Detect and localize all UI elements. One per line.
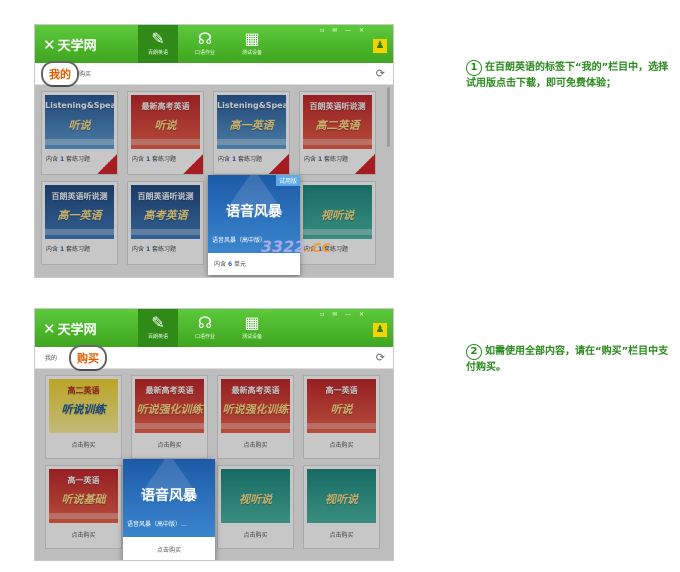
nav-oral-homework[interactable]: ☊ 口语作业 <box>185 25 225 63</box>
instruction-step-2: 2 如需使用全部内容，请在“购买”栏目中支付购买。 <box>466 344 676 376</box>
meta-suffix: 单元 <box>234 261 247 268</box>
trial-badge: 试用版 <box>275 175 300 186</box>
step-number: 1 <box>466 60 482 76</box>
page: ✕ 天学网 ✎ 百朗英语 ☊ 口语作业 ▦ 测试设备 ▫ ✉ — ✕ ♟ 我的 购买 ⟳… <box>0 0 680 572</box>
app-logo: ✕ 天学网 <box>43 319 97 338</box>
step-text: 如需使用全部内容，请在“购买”栏目中支付购买。 <box>466 346 669 373</box>
nav-bailang-english[interactable]: ✎ 百朗英语 <box>138 309 178 347</box>
app-window-mine: ✕ 天学网 ✎ 百朗英语 ☊ 口语作业 ▦ 测试设备 ▫ ✉ — ✕ ♟ 我的 购买 ⟳… <box>34 24 394 278</box>
watermark-main: 3322 <box>261 237 306 256</box>
step-number: 2 <box>466 344 482 360</box>
step-text: 在百朗英语的标签下“我的”栏目中，选择试用版点击下载，即可免费体验； <box>466 62 669 89</box>
logo-text: 天学网 <box>57 39 97 54</box>
app-logo: ✕ 天学网 <box>43 35 97 54</box>
featured-name: 语音风暴（高中版） <box>212 237 267 244</box>
featured-name: 语音风暴（高中版）… <box>127 521 188 528</box>
nav-label: 百朗英语 <box>147 334 168 340</box>
featured-title: 语音风暴 <box>226 204 282 220</box>
tab-bar: 我的 购买 ⟳ <box>35 345 393 371</box>
nav-label: 百朗英语 <box>147 50 168 56</box>
nav-label: 口语作业 <box>194 50 215 56</box>
watermark: 3322.cc <box>261 237 331 256</box>
nav-label: 测试设备 <box>241 50 262 56</box>
refresh-icon[interactable]: ⟳ <box>376 67 385 80</box>
tab-mine[interactable]: 我的 <box>45 353 57 362</box>
meta-count: 6 <box>227 261 233 268</box>
featured-title: 语音风暴 <box>141 488 197 504</box>
nav-label: 口语作业 <box>194 334 215 340</box>
window-controls[interactable]: ▫ ✉ — ✕ <box>320 27 367 34</box>
instruction-step-1: 1 在百朗英语的标签下“我的”栏目中，选择试用版点击下载，即可免费体验； <box>466 60 676 92</box>
nav-oral-homework[interactable]: ☊ 口语作业 <box>185 309 225 347</box>
nav-test-device[interactable]: ▦ 测试设备 <box>232 309 272 347</box>
keyboard-icon: ▦ <box>244 313 260 332</box>
tab-buy[interactable]: 购买 <box>69 345 107 371</box>
meta-prefix: 内含 <box>214 261 227 268</box>
user-avatar-icon[interactable]: ♟ <box>373 39 387 53</box>
nav-bailang-english[interactable]: ✎ 百朗英语 <box>138 25 178 63</box>
keyboard-icon: ▦ <box>244 29 260 48</box>
featured-buy-card[interactable]: 语音风暴 语音风暴（高中版）… 点击购买 <box>123 459 215 560</box>
logo-text: 天学网 <box>57 323 97 338</box>
buy-link[interactable]: 点击购买 <box>123 545 215 554</box>
tab-mine[interactable]: 我的 <box>41 61 79 87</box>
pen-icon: ✎ <box>151 29 165 48</box>
nav-label: 测试设备 <box>241 334 262 340</box>
user-avatar-icon[interactable]: ♟ <box>373 323 387 337</box>
title-bar: ✕ 天学网 ✎ 百朗英语 ☊ 口语作业 ▦ 测试设备 ▫ ✉ — ✕ ♟ <box>35 25 393 63</box>
watermark-dot: .cc <box>305 237 331 256</box>
app-window-buy: ✕ 天学网 ✎ 百朗英语 ☊ 口语作业 ▦ 测试设备 ▫ ✉ — ✕ ♟ 我的 购买 ⟳… <box>34 308 394 561</box>
headset-icon: ☊ <box>197 313 213 332</box>
pen-icon: ✎ <box>151 313 165 332</box>
tab-buy[interactable]: 购买 <box>79 69 91 78</box>
refresh-icon[interactable]: ⟳ <box>376 351 385 364</box>
featured-cover: 语音风暴 语音风暴（高中版）… <box>123 459 215 537</box>
window-controls[interactable]: ▫ ✉ — ✕ <box>320 311 367 318</box>
logo-x-icon: ✕ <box>43 36 56 54</box>
title-bar: ✕ 天学网 ✎ 百朗英语 ☊ 口语作业 ▦ 测试设备 ▫ ✉ — ✕ ♟ <box>35 309 393 347</box>
featured-trial-card[interactable]: 语音风暴 语音风暴（高中版） 试用版 内含 6 单元 <box>208 175 300 275</box>
nav-test-device[interactable]: ▦ 测试设备 <box>232 25 272 63</box>
headset-icon: ☊ <box>197 29 213 48</box>
tab-bar: 我的 购买 ⟳ <box>35 61 393 87</box>
featured-meta: 内含 6 单元 <box>214 259 246 268</box>
logo-x-icon: ✕ <box>43 320 56 338</box>
